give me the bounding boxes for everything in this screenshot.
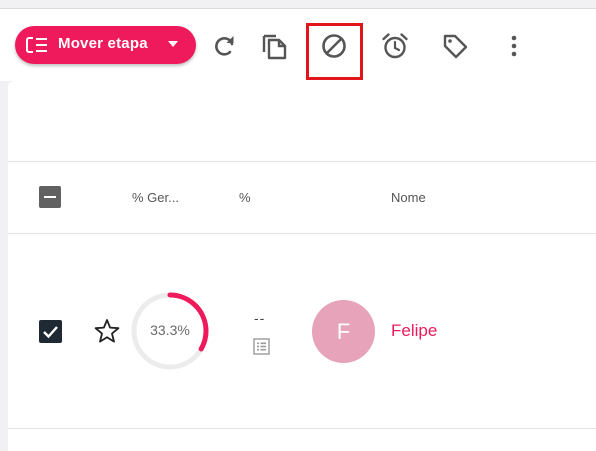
progress-label: 33.3%: [150, 322, 190, 338]
refresh-icon[interactable]: [210, 32, 238, 60]
queue-icon: [26, 37, 47, 53]
more-vert-icon[interactable]: [500, 32, 528, 60]
divider: [8, 161, 596, 162]
star-icon[interactable]: [94, 318, 120, 344]
highlight-box: [306, 23, 363, 80]
alarm-clock-icon[interactable]: [381, 32, 409, 60]
contact-name-link[interactable]: Felipe: [391, 321, 437, 341]
check-icon: [43, 326, 58, 339]
divider: [8, 428, 596, 429]
select-all-checkbox[interactable]: [39, 186, 61, 208]
percent-value: --: [254, 310, 266, 326]
avatar-initial: F: [336, 318, 351, 344]
column-header-percent[interactable]: %: [239, 190, 251, 205]
copy-icon[interactable]: [261, 32, 289, 60]
column-header-ger[interactable]: % Ger...: [132, 190, 179, 205]
toolbar: Mover etapa: [0, 9, 596, 81]
tag-icon[interactable]: [441, 32, 469, 60]
row-checkbox[interactable]: [39, 320, 62, 343]
column-header-nome[interactable]: Nome: [391, 190, 426, 205]
content-panel: [8, 81, 596, 451]
caret-down-icon[interactable]: [168, 40, 178, 48]
document-list-icon[interactable]: [253, 338, 270, 355]
move-stage-button[interactable]: Mover etapa: [15, 26, 196, 64]
move-stage-label: Mover etapa: [58, 35, 148, 52]
avatar[interactable]: F: [312, 300, 375, 363]
divider: [8, 233, 596, 234]
